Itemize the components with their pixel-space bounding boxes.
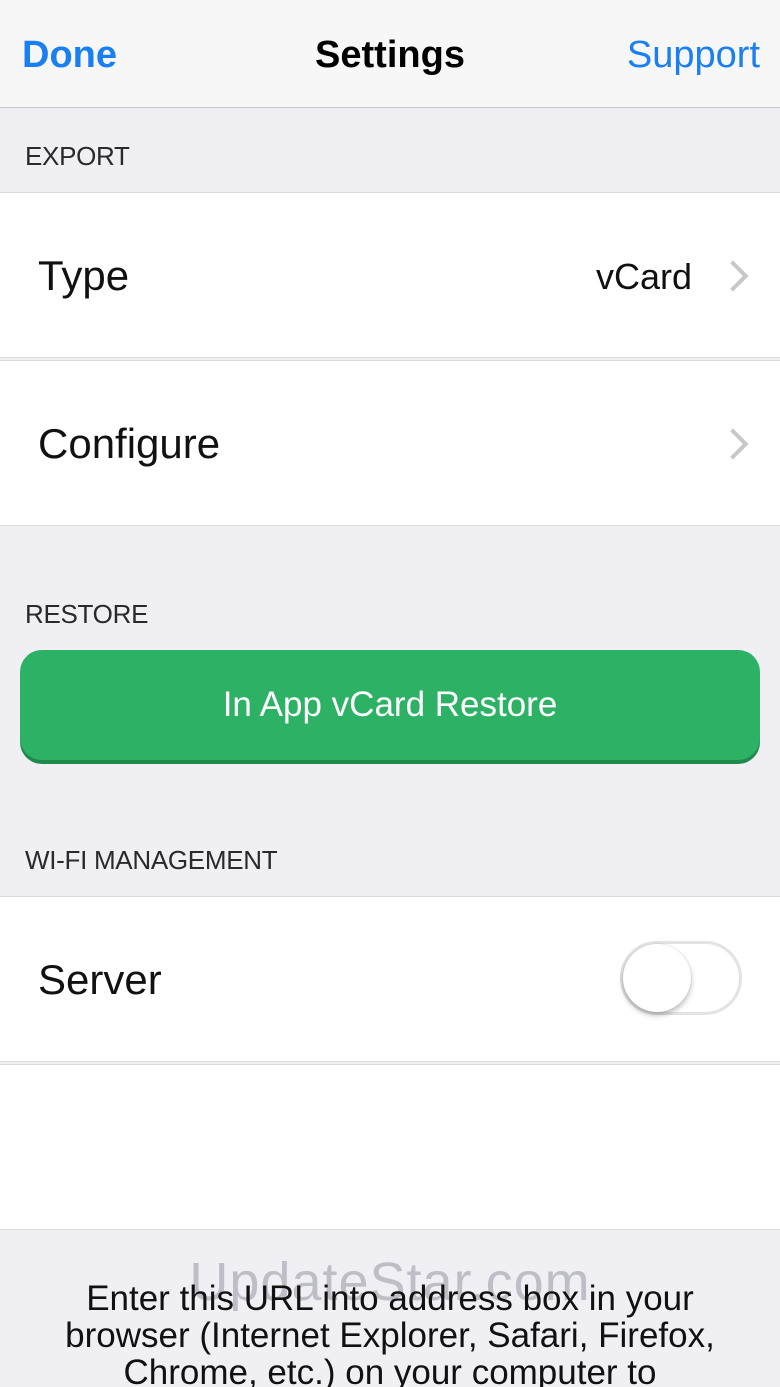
type-label: Type <box>38 252 130 299</box>
type-cell[interactable]: Type vCard <box>0 192 780 358</box>
configure-cell[interactable]: Configure <box>0 360 780 526</box>
in-app-vcard-restore-button[interactable]: In App vCard Restore <box>20 650 760 760</box>
server-label: Server <box>38 956 162 1003</box>
server-instructions-text: Enter this URL into address box in your … <box>65 1279 715 1387</box>
export-section-header: EXPORT <box>25 141 130 171</box>
type-value: vCard <box>595 256 692 297</box>
configure-label: Configure <box>38 420 221 467</box>
toggle-knob <box>623 944 691 1012</box>
restore-section-header: RESTORE <box>25 599 149 629</box>
chevron-right-icon <box>717 428 749 460</box>
restore-button-label: In App vCard Restore <box>222 685 558 724</box>
server-cell: Server <box>0 896 780 1062</box>
chevron-right-icon <box>717 260 749 292</box>
server-toggle[interactable] <box>620 941 742 1015</box>
wifi-section-header: WI-FI MANAGEMENT <box>25 845 278 875</box>
support-button[interactable]: Support <box>627 32 760 78</box>
server-url-cell <box>0 1064 780 1230</box>
navigation-bar: Done Settings Support <box>0 0 780 108</box>
settings-screen: Done Settings Support EXPORT Type vCard … <box>0 0 780 1387</box>
